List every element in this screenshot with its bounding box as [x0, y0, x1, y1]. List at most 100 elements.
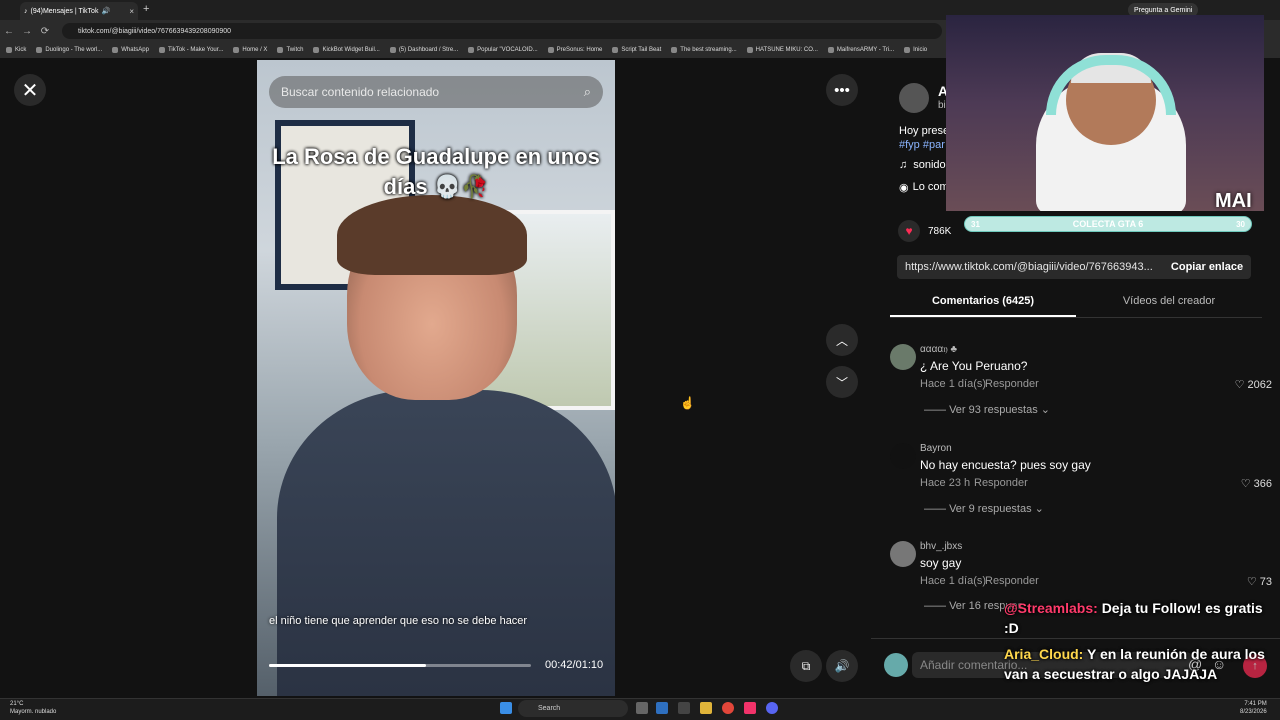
- comment-like-count: 2062: [1247, 379, 1272, 391]
- commenter-avatar[interactable]: [890, 541, 916, 567]
- view-replies-button[interactable]: —— Ver 93 respuestas ⌄: [924, 403, 1050, 416]
- author-handle: bi: [938, 100, 946, 111]
- reply-button[interactable]: Responder: [974, 477, 1028, 489]
- taskbar-search-label: Search: [538, 705, 561, 712]
- comment-time: Hace 1 día(s): [920, 575, 987, 587]
- donation-goal-bar: 31 COLECTA GTA 6 30: [964, 216, 1252, 232]
- comment-username[interactable]: bhv_.jbxs: [920, 541, 962, 552]
- related-search-input[interactable]: Buscar contenido relacionado ⌕: [269, 76, 603, 108]
- comment-like-count: 366: [1253, 478, 1272, 490]
- bookmark-item[interactable]: Script Tail Beat: [612, 47, 661, 53]
- bookmark-item[interactable]: Popular "VOCALOID...: [468, 47, 538, 53]
- close-icon[interactable]: ✕: [14, 74, 46, 106]
- bookmark-item[interactable]: KickBot Widget Buil...: [313, 47, 380, 53]
- reply-button[interactable]: Responder: [985, 575, 1039, 587]
- comment-like-button[interactable]: ♡ 366: [1241, 477, 1272, 490]
- comment-username[interactable]: Bayron: [920, 443, 952, 454]
- bookmark-item[interactable]: Duolingo - The worl...: [36, 47, 102, 53]
- comment-username[interactable]: αααα𝔶 ♣: [920, 344, 957, 355]
- bookmark-item[interactable]: Home / X: [233, 47, 267, 53]
- taskbar-search[interactable]: Search: [518, 700, 628, 717]
- comments-hint: ◉ Lo com: [899, 181, 949, 194]
- reply-button[interactable]: Responder: [985, 378, 1039, 390]
- chevron-up-icon[interactable]: ︿: [826, 324, 858, 356]
- start-icon[interactable]: [500, 702, 512, 714]
- sound-label: sonido: [913, 159, 946, 171]
- comment-text: soy gay: [920, 556, 962, 570]
- comment-like-count: 73: [1259, 576, 1272, 588]
- chevron-down-icon[interactable]: ﹀: [826, 366, 858, 398]
- comments-hint-text: Lo com: [912, 181, 949, 193]
- related-search-placeholder: Buscar contenido relacionado: [281, 85, 440, 99]
- bookmark-item[interactable]: MaifrensARMY - Tri...: [827, 47, 894, 53]
- music-app-icon[interactable]: [744, 702, 756, 714]
- clock-time: 7:41 PM: [1244, 701, 1267, 707]
- video-subtitle: el niño tiene que aprender que eso no se…: [269, 615, 528, 627]
- bookmark-item[interactable]: WhatsApp: [112, 47, 149, 53]
- forward-icon[interactable]: →: [18, 26, 36, 37]
- goal-right-value: 30: [1236, 220, 1245, 229]
- folder-icon[interactable]: [700, 702, 712, 714]
- new-tab-icon[interactable]: +: [143, 3, 149, 15]
- user-avatar: [884, 653, 908, 677]
- gemini-label: Pregunta a Gemini: [1134, 6, 1193, 14]
- view-replies-button[interactable]: —— Ver 9 respuestas ⌄: [924, 502, 1044, 515]
- comment-item: Bayron No hay encuesta? pues soy gay Hac…: [890, 443, 1272, 523]
- volume-icon[interactable]: 🔊: [826, 650, 858, 682]
- back-icon[interactable]: ←: [0, 26, 18, 37]
- search-icon[interactable]: ⌕: [584, 84, 591, 100]
- like-button[interactable]: ♥ 786K: [898, 220, 951, 242]
- sound-link[interactable]: ♫ sonido: [899, 159, 946, 171]
- comment-like-button[interactable]: ♡ 2062: [1235, 378, 1272, 391]
- browser-tab[interactable]: ♪ (94)Mensajes | TikTok 🔊 ×: [20, 2, 138, 20]
- weather-temp: 21°C: [10, 701, 24, 707]
- commenter-avatar[interactable]: [890, 443, 916, 469]
- person-shirt: [277, 390, 615, 696]
- person-hair: [337, 195, 527, 275]
- bookmark-item[interactable]: Twitch: [277, 47, 303, 53]
- pip-icon[interactable]: ⧉: [790, 650, 822, 682]
- bookmark-item[interactable]: Kick: [6, 47, 26, 53]
- comment-time: Hace 1 día(s): [920, 378, 987, 390]
- commenter-avatar[interactable]: [890, 344, 916, 370]
- tab-comments[interactable]: Comentarios (6425): [890, 288, 1076, 317]
- webcam-overlay: [946, 15, 1264, 211]
- weather-widget[interactable]: 21°C Mayorm. nublado: [10, 700, 56, 716]
- heart-icon: ♥: [898, 220, 920, 242]
- bookmark-item[interactable]: Inicio: [904, 47, 927, 53]
- video-description: Hoy prese: [899, 125, 950, 137]
- tiktok-icon: ♪: [24, 7, 28, 15]
- author-avatar[interactable]: [899, 83, 929, 113]
- panel-tabs: Comentarios (6425) Vídeos del creador: [890, 288, 1262, 318]
- video-time: 00:42/01:10: [545, 659, 604, 671]
- chat-username: @Streamlabs:: [1004, 600, 1098, 616]
- settings-icon[interactable]: [678, 702, 690, 714]
- view-replies-label: Ver 9 respuestas: [949, 503, 1032, 515]
- globe-icon: ◉: [899, 182, 909, 194]
- bookmark-item[interactable]: PreSonus: Home: [547, 47, 602, 53]
- mouse-cursor-icon: ☝: [680, 396, 695, 410]
- bookmark-item[interactable]: (5) Dashboard / Stre...: [389, 47, 458, 53]
- comment-like-button[interactable]: ♡ 73: [1247, 575, 1272, 588]
- video-hashtags[interactable]: #fyp #par: [899, 139, 945, 151]
- bookmark-item[interactable]: The best streaming...: [671, 47, 737, 53]
- copy-link-button[interactable]: Copiar enlace: [1163, 255, 1251, 279]
- url-input[interactable]: tiktok.com/@biagiii/video/76766394392080…: [62, 23, 942, 39]
- reload-icon[interactable]: ⟳: [36, 26, 54, 37]
- chrome-icon[interactable]: [722, 702, 734, 714]
- discord-icon[interactable]: [766, 702, 778, 714]
- view-replies-label: Ver 93 respuestas: [949, 404, 1038, 416]
- task-view-icon[interactable]: [636, 702, 648, 714]
- more-options-icon[interactable]: •••: [826, 74, 858, 106]
- tab-close-icon[interactable]: ×: [129, 7, 134, 16]
- tab-creator-videos[interactable]: Vídeos del creador: [1076, 288, 1262, 317]
- audio-icon: 🔊: [101, 8, 111, 15]
- system-clock[interactable]: 7:41 PM 8/23/2026: [1240, 700, 1267, 716]
- weather-desc: Mayorm. nublado: [10, 709, 57, 715]
- edge-icon[interactable]: [656, 702, 668, 714]
- progress-fill: [269, 664, 427, 667]
- music-note-icon: ♫: [899, 159, 908, 171]
- bookmark-item[interactable]: HATSUNE MIKU: CO...: [746, 47, 818, 53]
- like-count: 786K: [928, 225, 952, 237]
- bookmark-item[interactable]: TikTok - Make Your...: [158, 47, 223, 53]
